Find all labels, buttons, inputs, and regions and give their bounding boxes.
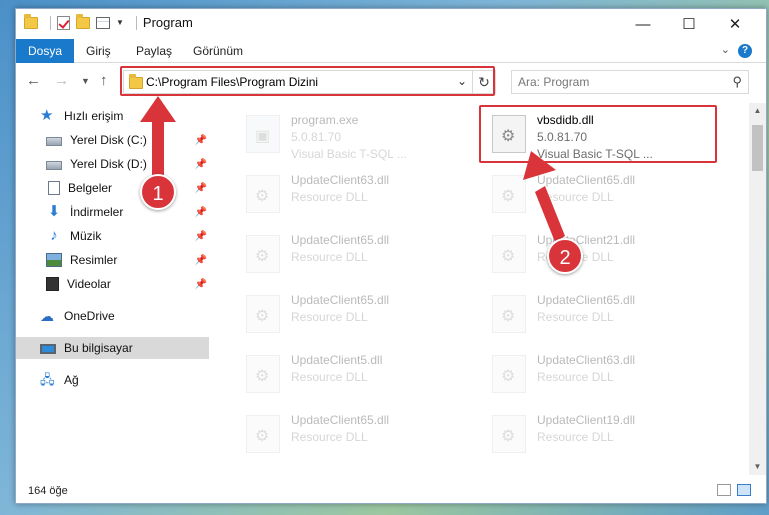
step-1-badge: 1	[140, 174, 176, 210]
step-2-badge: 2	[547, 238, 583, 274]
arrow-2	[523, 151, 565, 242]
annotation-arrows	[140, 96, 565, 242]
arrow-1	[140, 96, 176, 176]
